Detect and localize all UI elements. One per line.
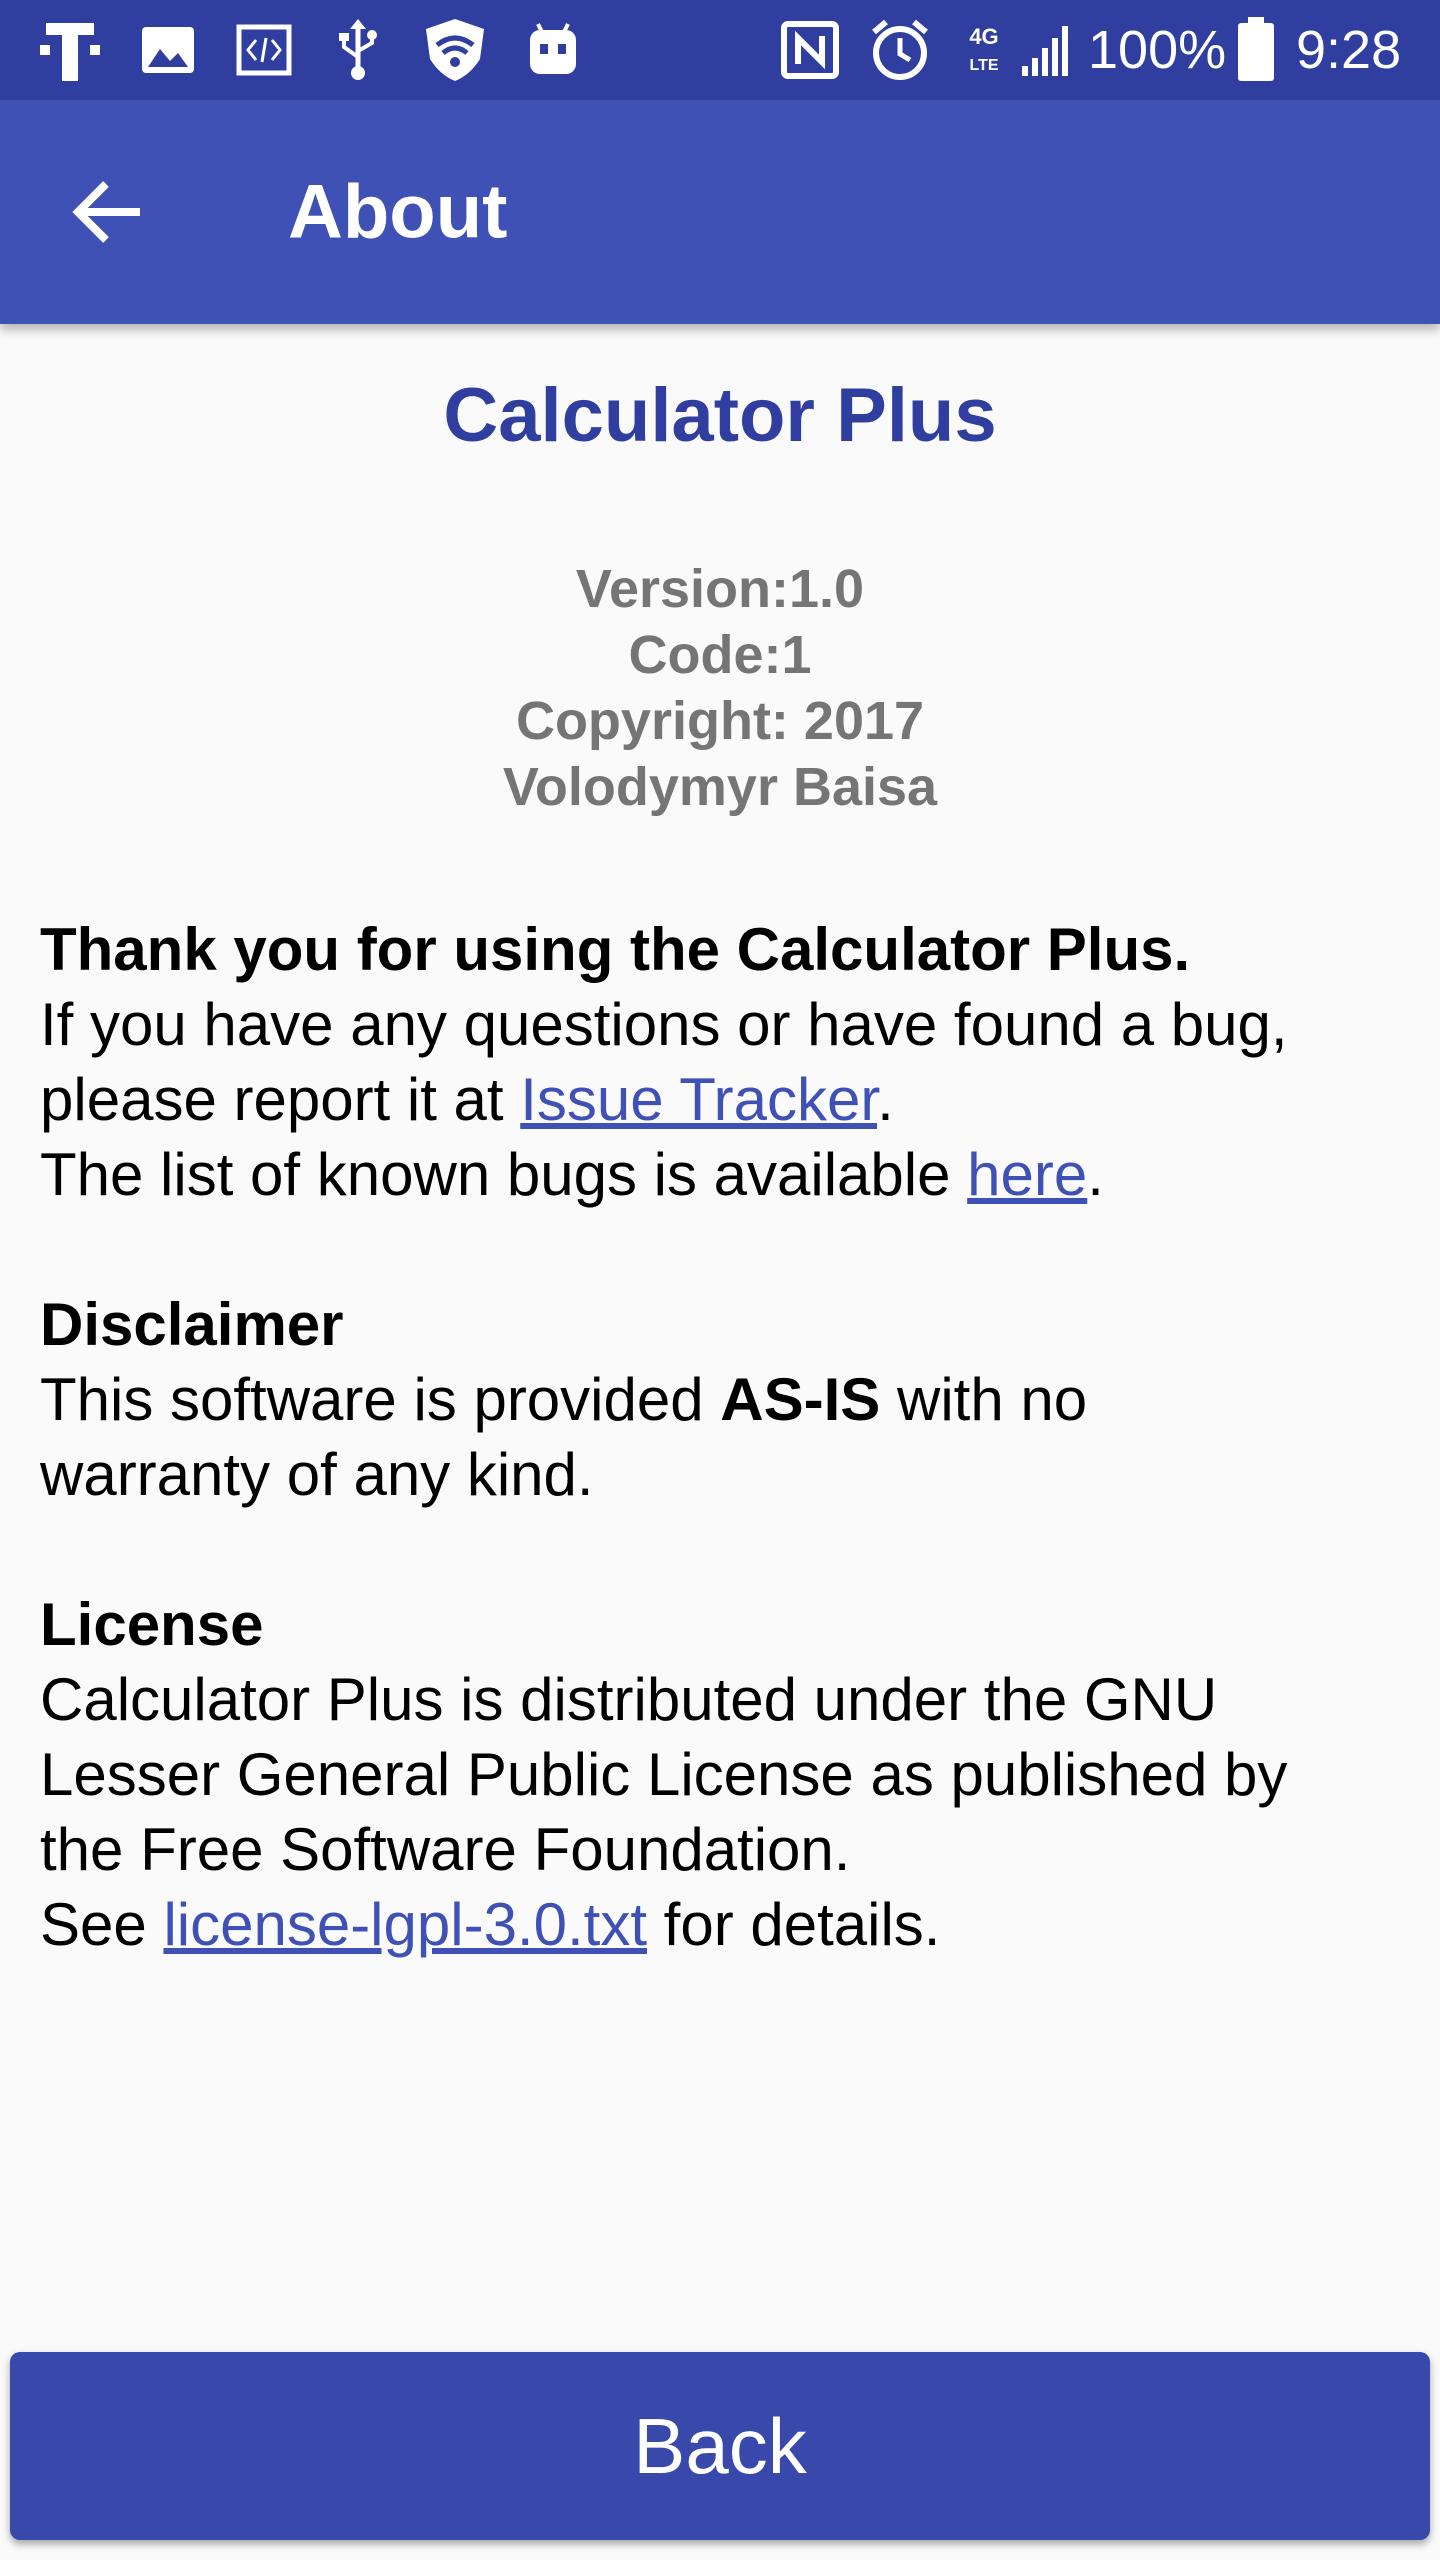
known-bugs-link[interactable]: here [967, 1141, 1087, 1208]
app-bar: About [0, 100, 1440, 324]
thanks-line-3: The list of known bugs is available here… [40, 1137, 1420, 1212]
arrow-left-icon[interactable] [68, 172, 148, 252]
back-button[interactable]: Back [10, 2352, 1430, 2540]
as-is-text: AS-IS [720, 1366, 881, 1433]
license-line-3: the Free Software Foundation. [40, 1816, 851, 1883]
image-icon [140, 25, 196, 75]
thanks-heading: Thank you for using the Calculator Plus. [40, 916, 1191, 983]
author-text: Volodymyr Baisa [502, 757, 938, 817]
thanks-section: Thank you for using the Calculator Plus.… [40, 912, 1420, 1212]
disclaimer-line-1: This software is provided AS-IS with no [40, 1362, 1420, 1437]
thanks-line-2: please report it at Issue Tracker. [40, 1062, 1420, 1137]
thanks-line-3-suffix: . [1087, 1141, 1104, 1208]
license-line-4-suffix: for details. [646, 1891, 941, 1958]
license-heading: License [40, 1591, 264, 1658]
code-text: Code:1 [628, 625, 812, 685]
network-label: 4G [969, 24, 998, 49]
page-title: About [288, 169, 508, 255]
nfc-icon [780, 20, 840, 80]
disclaimer-section: Disclaimer This software is provided AS-… [40, 1287, 1420, 1512]
shield-wifi-icon [420, 15, 490, 85]
signal-icon [1020, 22, 1076, 78]
4g-lte-icon: 4G LTE [964, 22, 1004, 78]
issue-tracker-link[interactable]: Issue Tracker [520, 1066, 877, 1133]
copyright-text: Copyright: 2017 [515, 691, 925, 751]
clock-time: 9:28 [1296, 20, 1402, 80]
version-text: Version:1.0 [575, 559, 865, 619]
disclaimer-line-1-prefix: This software is provided [40, 1366, 721, 1433]
license-file-link[interactable]: license-lgpl-3.0.txt [163, 1891, 647, 1958]
thanks-line-1: If you have any questions or have found … [40, 991, 1288, 1058]
thanks-line-2-suffix: . [877, 1066, 894, 1133]
tmobile-icon [40, 15, 100, 85]
battery-percent: 100% [1088, 20, 1227, 80]
svg-text:LTE: LTE [969, 57, 998, 74]
app-name-heading: Calculator Plus [443, 373, 997, 458]
status-bar: 4G LTE 100% 9:28 [0, 0, 1440, 100]
usb-icon [334, 19, 382, 81]
thanks-line-2-prefix: please report it at [40, 1066, 521, 1133]
disclaimer-line-1-suffix: with no [880, 1366, 1088, 1433]
license-section: License Calculator Plus is distributed u… [40, 1587, 1420, 1962]
code-icon [236, 24, 292, 76]
license-line-4-prefix: See [40, 1891, 164, 1958]
disclaimer-heading: Disclaimer [40, 1291, 344, 1358]
thanks-line-3-prefix: The list of known bugs is available [40, 1141, 968, 1208]
license-line-1: Calculator Plus is distributed under the… [40, 1666, 1218, 1733]
disclaimer-line-2: warranty of any kind. [40, 1441, 594, 1508]
battery-icon [1236, 17, 1276, 83]
alarm-icon [868, 18, 932, 82]
android-icon [526, 22, 580, 78]
license-line-4: See license-lgpl-3.0.txt for details. [40, 1887, 1420, 1962]
license-line-2: Lesser General Public License as publish… [40, 1741, 1288, 1808]
app-info: Version:1.0 Code:1 Copyright: 2017 Volod… [0, 556, 1440, 820]
